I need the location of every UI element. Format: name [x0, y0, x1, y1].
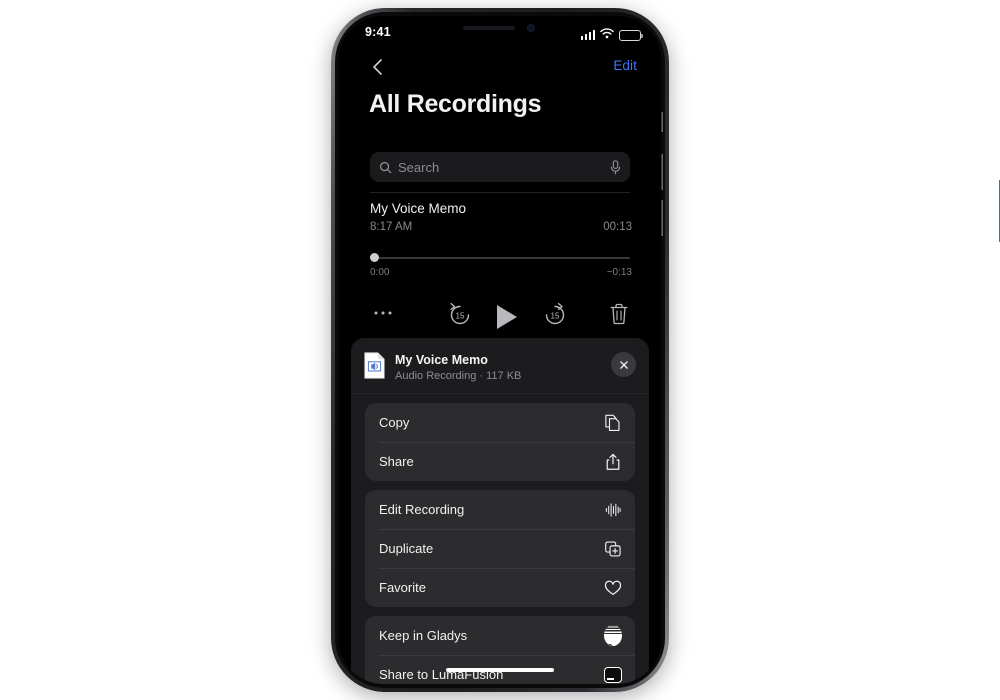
edit-button[interactable]: Edit	[613, 58, 637, 73]
skip-forward-15-button[interactable]: 15	[542, 302, 568, 333]
search-input[interactable]: Search	[370, 152, 630, 182]
duplicate-icon	[604, 540, 622, 558]
playback-controls: 15 15	[339, 302, 661, 338]
close-button[interactable]	[611, 352, 636, 377]
phone-bezel: Edit All Recordings Search My Voice Memo…	[339, 16, 661, 684]
play-button[interactable]	[493, 302, 521, 337]
voice-memos-app: Edit All Recordings Search My Voice Memo…	[339, 16, 661, 684]
more-options-button[interactable]	[372, 302, 394, 329]
svg-text:15: 15	[551, 311, 560, 320]
battery-icon	[619, 29, 644, 41]
svg-text:15: 15	[456, 311, 465, 320]
navigation-bar: Edit	[339, 50, 661, 86]
front-camera-icon	[527, 24, 535, 32]
share-row-label: Duplicate	[379, 541, 434, 556]
playback-scrubber[interactable]	[370, 257, 630, 259]
recording-title[interactable]: My Voice Memo	[370, 201, 466, 216]
home-indicator[interactable]	[446, 668, 554, 672]
share-row-keep-in-gladys[interactable]: Keep in Gladys	[365, 616, 635, 655]
audio-document-icon	[364, 352, 385, 379]
share-row-label: Favorite	[379, 580, 426, 595]
waveform-icon	[604, 501, 622, 519]
share-sheet: My Voice Memo Audio Recording · 117 KB C…	[351, 338, 649, 684]
skip-back-15-button[interactable]: 15	[447, 302, 473, 333]
remaining-time: −0:13	[606, 267, 632, 278]
phone-screen: Edit All Recordings Search My Voice Memo…	[339, 16, 661, 684]
copy-icon	[604, 414, 622, 432]
share-sheet-group-3: Keep in Gladys Share to LumaFusion	[365, 616, 635, 684]
status-bar-indicators	[580, 26, 644, 44]
recording-duration: 00:13	[603, 221, 632, 233]
cellular-signal-icon	[580, 30, 595, 40]
share-sheet-header: My Voice Memo Audio Recording · 117 KB	[351, 338, 649, 394]
delete-button[interactable]	[608, 302, 630, 331]
gladys-app-icon	[604, 625, 622, 646]
search-icon	[379, 161, 392, 174]
share-row-label: Edit Recording	[379, 502, 465, 517]
share-row-share[interactable]: Share	[365, 442, 635, 481]
share-row-copy[interactable]: Copy	[365, 403, 635, 442]
share-sheet-group-2: Edit Recording Duplicate Favorite	[365, 490, 635, 607]
list-divider-top	[370, 192, 630, 193]
share-row-duplicate[interactable]: Duplicate	[365, 529, 635, 568]
share-sheet-file-name: My Voice Memo	[395, 353, 488, 367]
phone-device-frame: Edit All Recordings Search My Voice Memo…	[331, 8, 1000, 692]
search-placeholder: Search	[398, 159, 440, 175]
screenshot-canvas: Edit All Recordings Search My Voice Memo…	[0, 0, 1000, 700]
heart-icon	[604, 579, 622, 597]
share-sheet-group-1: Copy Share	[365, 403, 635, 481]
share-row-label: Keep in Gladys	[379, 628, 468, 643]
back-chevron-icon[interactable]	[367, 56, 389, 78]
wifi-icon	[600, 26, 614, 44]
page-title: All Recordings	[369, 90, 542, 118]
recording-time: 8:17 AM	[370, 221, 413, 233]
share-row-edit-recording[interactable]: Edit Recording	[365, 490, 635, 529]
share-row-label: Share	[379, 454, 414, 469]
share-row-label: Copy	[379, 415, 410, 430]
elapsed-time: 0:00	[370, 267, 390, 278]
share-icon	[604, 453, 622, 471]
device-notch	[425, 16, 575, 40]
earpiece-speaker-icon	[463, 26, 515, 30]
microphone-icon[interactable]	[610, 159, 621, 175]
share-row-favorite[interactable]: Favorite	[365, 568, 635, 607]
status-bar-time: 9:41	[365, 25, 391, 39]
share-sheet-file-meta: Audio Recording · 117 KB	[395, 370, 522, 382]
lumafusion-app-icon	[604, 666, 622, 684]
scrubber-knob[interactable]	[370, 253, 379, 262]
